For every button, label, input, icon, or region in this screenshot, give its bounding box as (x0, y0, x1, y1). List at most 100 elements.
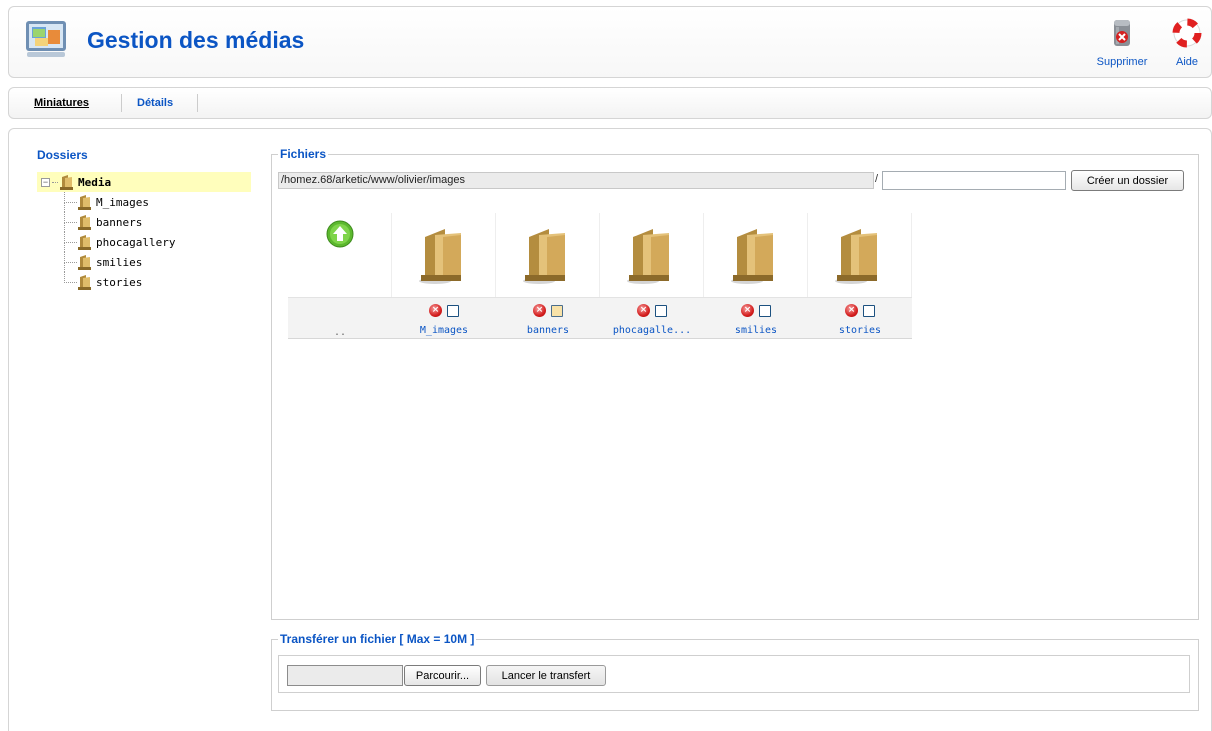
delete-button[interactable]: Supprimer (1091, 17, 1153, 68)
controls: × (808, 304, 912, 317)
folder-large-icon (835, 229, 877, 284)
folder-large-icon (731, 229, 773, 284)
trash-delete-icon (1114, 20, 1130, 46)
thumbnail-caption: × stories (808, 297, 912, 339)
folder-icon (78, 255, 91, 270)
folder-tree: − Media M_images banners phocagallery sm… (37, 172, 251, 292)
delete-item-icon[interactable]: × (741, 304, 754, 317)
folder-icon (60, 175, 73, 190)
select-checkbox[interactable] (863, 304, 875, 317)
collapse-icon[interactable]: − (41, 177, 50, 187)
tree-connector (64, 232, 77, 243)
folder-item-banners[interactable]: × banners (496, 213, 600, 339)
delete-item-icon[interactable]: × (533, 304, 546, 317)
browse-button[interactable]: Parcourir... (404, 665, 481, 686)
select-checkbox[interactable] (759, 304, 771, 317)
upload-fieldset: Transférer un fichier [ Max = 10M ] Parc… (271, 632, 1199, 711)
folder-item-label[interactable]: smilies (704, 325, 808, 336)
folder-large-icon (523, 229, 565, 284)
page-header: Gestion des médias Supprimer Aide (8, 6, 1212, 78)
controls: × (704, 304, 808, 317)
files-grid: .. × M_images × banners × phocagalle... … (288, 213, 912, 339)
tab-thumbnails[interactable]: Miniatures (34, 97, 89, 109)
upload-legend: Transférer un fichier [ Max = 10M ] (278, 632, 477, 646)
delete-item-icon[interactable]: × (429, 304, 442, 317)
tree-connector (64, 192, 77, 203)
folder-icon (78, 195, 91, 210)
tree-item-stories[interactable]: stories (37, 272, 251, 292)
select-checkbox[interactable] (655, 304, 667, 317)
folder-item-label[interactable]: phocagalle... (600, 325, 704, 336)
tree-connector (52, 181, 58, 183)
tree-root-label: Media (78, 175, 112, 189)
controls: × (496, 304, 600, 317)
submenu-divider (121, 94, 122, 112)
thumbnail (496, 213, 600, 297)
start-upload-button[interactable]: Lancer le transfert (486, 665, 606, 686)
thumbnail-caption: × banners (496, 297, 600, 339)
tree-item-label: banners (96, 215, 143, 229)
media-manager-icon (23, 17, 69, 61)
thumbnail (288, 213, 392, 297)
delete-item-icon[interactable]: × (637, 304, 650, 317)
tree-connector (64, 212, 77, 223)
tree-item-label: stories (96, 275, 143, 289)
folder-item-smilies[interactable]: × smilies (704, 213, 808, 339)
folder-large-icon (419, 229, 461, 284)
files-legend: Fichiers (278, 147, 329, 161)
folder-item-label[interactable]: M_images (392, 325, 496, 336)
folder-large-icon (627, 229, 669, 284)
tree-item-m-images[interactable]: M_images (37, 192, 251, 212)
files-fieldset: Fichiers /homez.68/arketic/www/olivier/i… (271, 147, 1199, 620)
folder-item-label[interactable]: stories (808, 325, 912, 336)
folder-item-label[interactable]: banners (496, 325, 600, 336)
lifebuoy-help-icon (1172, 18, 1202, 48)
thumbnail-caption: × smilies (704, 297, 808, 339)
tree-item-label: M_images (96, 195, 149, 209)
folder-item-phocagallery[interactable]: × phocagalle... (600, 213, 704, 339)
select-checkbox[interactable] (447, 304, 459, 317)
tree-item-phocagallery[interactable]: phocagallery (37, 232, 251, 252)
tree-item-banners[interactable]: banners (37, 212, 251, 232)
main-panel: Dossiers − Media M_images banners phocag… (8, 128, 1212, 731)
controls: × (600, 304, 704, 317)
upload-form: Parcourir... Lancer le transfert (278, 655, 1190, 693)
help-button[interactable]: Aide (1169, 17, 1205, 68)
up-arrow-icon (326, 220, 354, 248)
tree-item-label: phocagallery (96, 235, 176, 249)
thumbnail (392, 213, 496, 297)
current-path-field: /homez.68/arketic/www/olivier/images (278, 172, 874, 189)
folder-item-stories[interactable]: × stories (808, 213, 912, 339)
tree-item-label: smilies (96, 255, 143, 269)
folder-icon (78, 215, 91, 230)
help-button-label: Aide (1175, 56, 1199, 68)
delete-item-icon[interactable]: × (845, 304, 858, 317)
page-title: Gestion des médias (87, 27, 305, 53)
tree-connector (64, 203, 65, 212)
folders-title: Dossiers (37, 148, 88, 162)
create-folder-button[interactable]: Créer un dossier (1071, 170, 1184, 191)
submenu-divider (197, 94, 198, 112)
controls: × (392, 304, 496, 317)
view-submenu: Miniatures Détails (8, 87, 1212, 119)
new-folder-name-input[interactable] (882, 171, 1066, 190)
folder-icon (78, 235, 91, 250)
parent-folder-item[interactable]: .. (288, 213, 392, 339)
thumbnail-caption: × phocagalle... (600, 297, 704, 339)
select-checkbox[interactable] (551, 304, 563, 317)
parent-folder-label: .. (333, 327, 347, 338)
thumbnail-caption: .. (288, 297, 392, 339)
folder-item-m-images[interactable]: × M_images (392, 213, 496, 339)
folder-icon (78, 275, 91, 290)
tree-connector (64, 263, 65, 272)
tree-item-smilies[interactable]: smilies (37, 252, 251, 272)
delete-button-label: Supprimer (1096, 56, 1148, 68)
file-path-input[interactable] (287, 665, 403, 686)
tree-root-media[interactable]: − Media (37, 172, 251, 192)
tab-details[interactable]: Détails (137, 97, 173, 109)
thumbnail (704, 213, 808, 297)
path-separator: / (875, 173, 879, 185)
thumbnail (600, 213, 704, 297)
thumbnail-caption: × M_images (392, 297, 496, 339)
tree-connector (64, 223, 65, 232)
